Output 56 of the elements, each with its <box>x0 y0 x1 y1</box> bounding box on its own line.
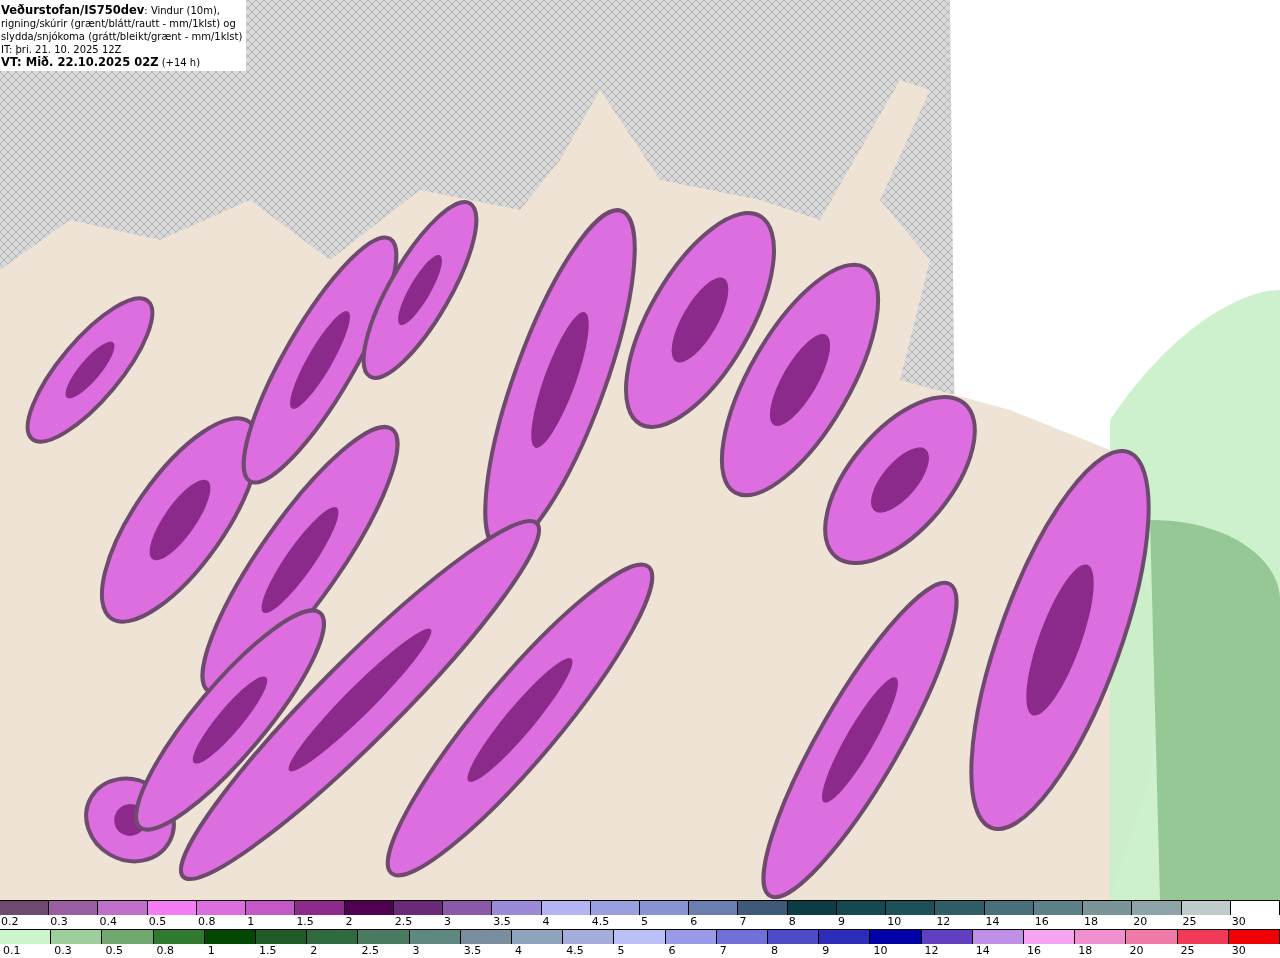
legend-label: 14 <box>975 944 990 957</box>
legend-label: 3 <box>412 944 420 957</box>
valid-time-text: VT: Mið. 22.10.2025 02Z (+14 h) <box>1 56 202 69</box>
legend-label: 25 <box>1180 944 1195 957</box>
legend-label: 25 <box>1182 915 1197 928</box>
legend-label: 8 <box>788 915 796 928</box>
legend-label: 5 <box>641 915 648 928</box>
legend-label: 16 <box>1034 915 1049 928</box>
legend-label: 4.5 <box>591 915 610 928</box>
legend-label: 6 <box>690 915 698 928</box>
legend-label: 2 <box>345 915 353 928</box>
legend-label: 16 <box>1027 944 1041 957</box>
info-text: IT: þri. 21. 10. 2025 12Z <box>1 43 123 56</box>
legend-label: 10 <box>887 915 902 928</box>
legend-label: 4.5 <box>566 944 584 957</box>
legend-label: 1 <box>207 944 215 957</box>
legend-label: 1 <box>247 915 255 928</box>
legend-label: 20 <box>1133 915 1148 928</box>
legend-label: 18 <box>1084 915 1099 928</box>
legend-label: 12 <box>936 915 951 928</box>
legend-label: 2 <box>310 944 318 957</box>
legend-label: 12 <box>924 944 939 957</box>
legend-label: 0.5 <box>148 915 167 928</box>
legend-label: 2.5 <box>394 915 413 928</box>
legend-label: 0.5 <box>105 944 123 957</box>
legend-label: 18 <box>1078 944 1093 957</box>
legend-label: 14 <box>985 915 1000 928</box>
legend-label: 10 <box>873 944 888 957</box>
legend-label: 3.5 <box>493 915 511 928</box>
legend-label: 30 <box>1231 944 1246 957</box>
legend-label: 30 <box>1231 915 1246 928</box>
legend-label: 1.5 <box>259 944 277 957</box>
legend-label: 0.1 <box>3 944 21 957</box>
legend-label: 4 <box>542 915 550 928</box>
legend-label: 0.4 <box>99 915 117 928</box>
legend-label: 3 <box>444 915 452 928</box>
legend-label: 9 <box>822 944 830 957</box>
legend-label: 0.3 <box>54 944 72 957</box>
legend-label: 1.5 <box>296 915 314 928</box>
legend-label: 20 <box>1129 944 1144 957</box>
legend-label: 0.2 <box>1 915 19 928</box>
legend-label: 3.5 <box>463 944 482 957</box>
legend-label: 0.3 <box>50 915 68 928</box>
legend-label: 5 <box>617 944 625 957</box>
legend-label: 6 <box>668 944 676 957</box>
legend-label: 8 <box>771 944 778 957</box>
info-text: rigning/skúrir (grænt/blátt/rautt - mm/1klst) og <box>1 17 237 30</box>
legend-label: 0.8 <box>156 944 175 957</box>
title-text: Veðurstofan/IS750dev: Vindur (10m), <box>1 4 222 17</box>
legend-label: 7 <box>739 915 747 928</box>
legend-label: 9 <box>837 915 845 928</box>
legend-label: 7 <box>719 944 727 957</box>
legend-label: 2.5 <box>361 944 379 957</box>
info-text: slydda/snjókoma (grátt/bleikt/grænt - mm/1klst) <box>1 30 243 43</box>
legend-label: 0.8 <box>197 915 216 928</box>
legend-label: 4 <box>515 944 522 957</box>
